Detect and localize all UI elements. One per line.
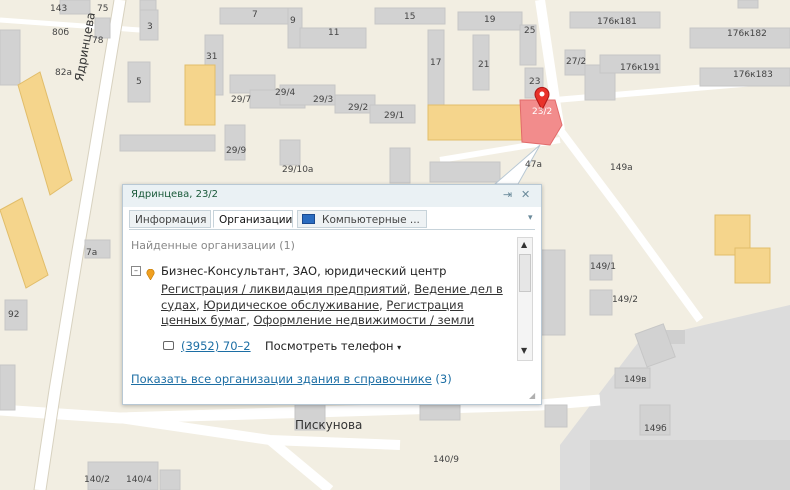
- scroll-down-icon[interactable]: ▼: [521, 346, 527, 355]
- building-label: 92: [8, 310, 20, 320]
- building-label: 27/2: [566, 57, 587, 67]
- building-label: 149в: [624, 375, 647, 385]
- building-label: 17: [430, 58, 442, 68]
- phone-number[interactable]: (3952) 70–2: [181, 339, 251, 353]
- scroll-thumb[interactable]: [519, 254, 531, 292]
- building-label: 80б: [52, 28, 70, 38]
- building-label: 176к182: [727, 29, 767, 39]
- building-label: 149б: [644, 424, 667, 434]
- show-all-orgs-link[interactable]: Показать все организации здания в справо…: [131, 372, 432, 386]
- balloon-header: Ядринцева, 23/2 ⇥ ✕: [123, 185, 541, 207]
- show-all-orgs: Показать все организации здания в справо…: [131, 372, 452, 386]
- building-label: 176к181: [597, 17, 637, 27]
- balloon-title: Ядринцева, 23/2: [131, 189, 219, 200]
- tab-menu-icon[interactable]: ▾: [528, 213, 533, 223]
- building-label: 149/2: [612, 295, 638, 305]
- pin-marker-icon: [146, 265, 155, 281]
- building-label: 143: [50, 4, 68, 14]
- building-label: 9: [290, 16, 296, 26]
- info-balloon[interactable]: Ядринцева, 23/2 ⇥ ✕ Информация Организац…: [122, 184, 542, 405]
- show-phone-button[interactable]: Посмотреть телефон ▾: [265, 339, 401, 353]
- building-label: 31: [206, 52, 218, 62]
- building-label: 176к191: [620, 63, 660, 73]
- building-label: 176к183: [733, 70, 773, 80]
- phone-icon: [163, 341, 174, 350]
- building-label: 29/2: [348, 103, 369, 113]
- building-label: 29/7: [231, 95, 252, 105]
- category-link[interactable]: Оформление недвижимости / земли: [253, 313, 474, 327]
- building-label: 29/9: [226, 146, 247, 156]
- building-label: 29/10а: [282, 165, 314, 175]
- building-label: 29/3: [313, 95, 334, 105]
- scroll-up-icon[interactable]: ▲: [521, 240, 527, 249]
- monitor-icon: [302, 214, 315, 224]
- tab-divider: [129, 229, 535, 230]
- close-icon[interactable]: ✕: [521, 188, 530, 201]
- pin-icon[interactable]: ⇥: [503, 188, 512, 201]
- building-label: 149/1: [590, 262, 616, 272]
- chevron-down-icon: ▾: [397, 343, 402, 352]
- building-label: 19: [484, 15, 496, 25]
- building-label: 29/4: [275, 88, 296, 98]
- highlighted-building-label: 23/2: [532, 107, 553, 117]
- tab-organizations[interactable]: Организации: [213, 210, 293, 228]
- building-label: 25: [524, 26, 536, 36]
- show-all-orgs-count: (3): [435, 372, 452, 386]
- building-label: 75: [97, 4, 109, 14]
- collapse-toggle[interactable]: –: [131, 266, 141, 276]
- tab-computer-label: Компьютерные ...: [322, 214, 420, 226]
- building-label: 149а: [610, 163, 633, 173]
- building-label: 23: [529, 77, 541, 87]
- building-label: 140/9: [433, 455, 459, 465]
- tab-computer[interactable]: Компьютерные ...: [297, 210, 427, 228]
- found-count: Найденные организации (1): [131, 239, 295, 252]
- tab-info[interactable]: Информация: [129, 210, 211, 228]
- resize-grip-icon[interactable]: ◢: [529, 391, 535, 400]
- building-label: 11: [328, 28, 340, 38]
- category-link[interactable]: Юридическое обслуживание: [203, 298, 379, 312]
- org-categories: Регистрация / ликвидация предприятий, Ве…: [161, 282, 503, 327]
- category-link[interactable]: Регистрация / ликвидация предприятий: [161, 282, 407, 296]
- vertical-scrollbar[interactable]: ▲ ▼: [517, 237, 533, 361]
- building-label: 29/1: [384, 111, 405, 121]
- building-label: 3: [147, 22, 153, 32]
- building-label: 15: [404, 12, 416, 22]
- building-label: 140/2: [84, 475, 110, 485]
- building-label: 47а: [525, 160, 542, 170]
- building-label: 5: [136, 77, 142, 87]
- show-phone-label: Посмотреть телефон: [265, 339, 394, 353]
- org-name[interactable]: Бизнес-Консультант, ЗАО, юридический цен…: [161, 264, 446, 278]
- street-label-piskunova: Пискунова: [295, 418, 363, 432]
- building-label: 21: [478, 60, 490, 70]
- org-list: Найденные организации (1) – Бизнес-Консу…: [131, 235, 515, 363]
- building-label: 140/4: [126, 475, 152, 485]
- building-label: 82а: [55, 68, 72, 78]
- building-label: 7: [252, 10, 258, 20]
- building-label: 7а: [86, 248, 98, 258]
